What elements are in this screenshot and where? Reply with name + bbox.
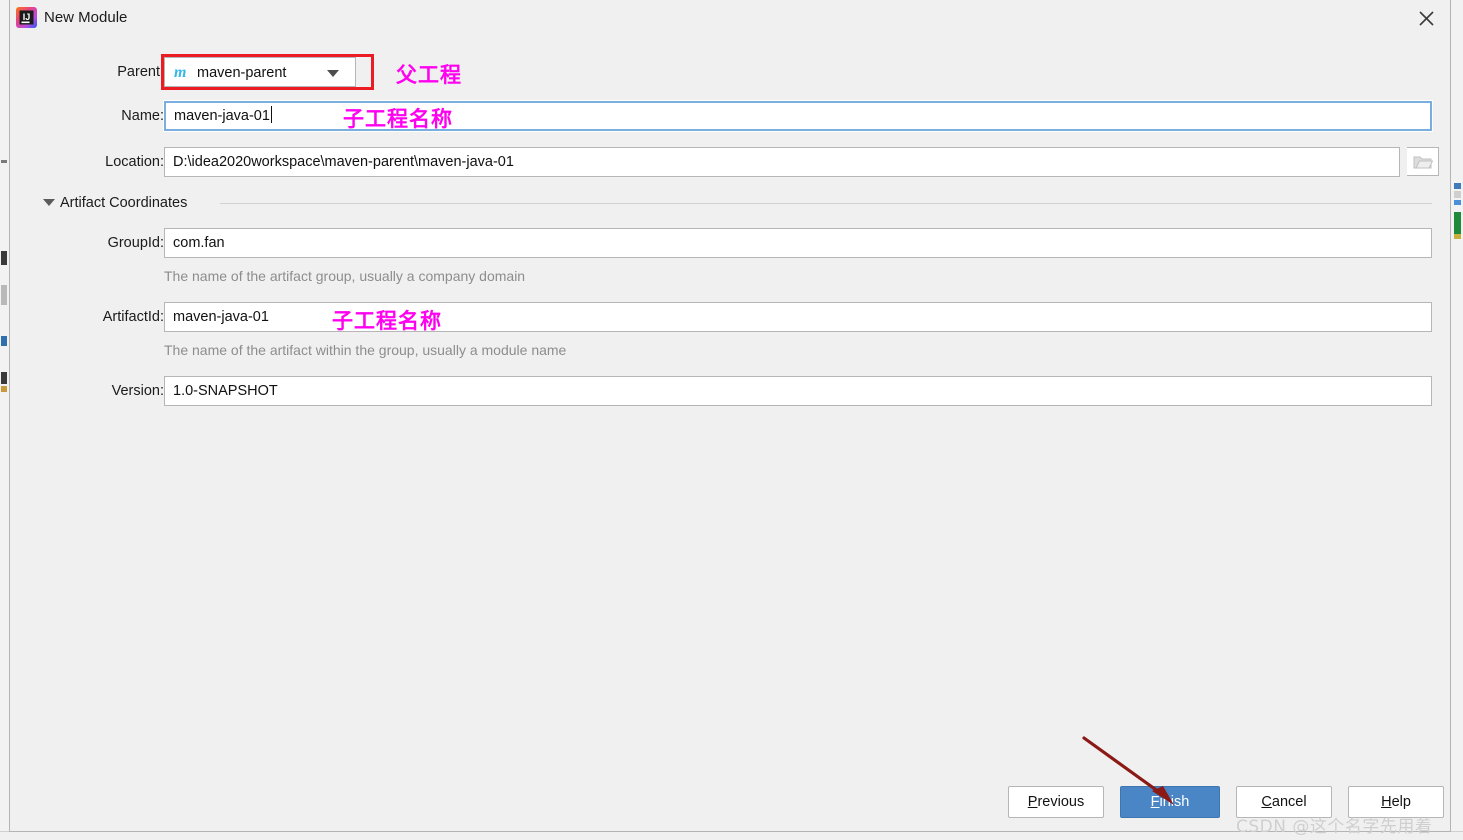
artifact-id-row: ArtifactId: maven-java-01 子工程名称 xyxy=(10,302,1452,333)
background-left-mark xyxy=(1,386,7,392)
background-left-mark xyxy=(1,251,7,265)
help-label-post: elp xyxy=(1391,794,1411,810)
background-left-mark xyxy=(1,285,7,305)
group-id-label: GroupId: xyxy=(107,235,164,251)
background-left-mark xyxy=(1,336,7,346)
cancel-label-post: ancel xyxy=(1271,794,1307,810)
maven-module-icon: m xyxy=(174,64,187,81)
new-module-dialog: IJ New Module Parent: m maven-parent 父工程… xyxy=(9,0,1451,832)
parent-combobox-value: maven-parent xyxy=(197,65,287,81)
background-left-mark xyxy=(1,160,7,163)
artifact-coordinates-title: Artifact Coordinates xyxy=(60,195,188,211)
previous-label-post: revious xyxy=(1037,794,1085,810)
chevron-down-icon[interactable] xyxy=(327,70,339,77)
help-mnemonic: H xyxy=(1381,794,1392,810)
name-label: Name: xyxy=(121,108,164,124)
previous-mnemonic: P xyxy=(1027,794,1038,810)
group-id-hint: The name of the artifact group, usually … xyxy=(164,268,526,284)
artifact-id-hint: The name of the artifact within the grou… xyxy=(164,342,567,358)
location-input[interactable]: D:\idea2020workspace\maven-parent\maven-… xyxy=(164,147,1400,177)
location-label: Location: xyxy=(105,154,164,170)
parent-combobox[interactable]: m maven-parent xyxy=(164,57,356,87)
background-right-mark xyxy=(1454,212,1461,234)
background-left-mark xyxy=(1,372,7,384)
section-divider xyxy=(220,203,1432,204)
group-id-input[interactable]: com.fan xyxy=(164,228,1432,258)
dialog-titlebar: IJ New Module xyxy=(10,0,1450,36)
finish-mnemonic: F xyxy=(1150,794,1160,810)
version-input[interactable]: 1.0-SNAPSHOT xyxy=(164,376,1432,406)
svg-text:IJ: IJ xyxy=(23,12,31,22)
background-right-mark xyxy=(1454,191,1461,198)
previous-button[interactable]: Previous xyxy=(1008,786,1104,818)
name-input-value: maven-java-01 xyxy=(174,108,270,124)
version-row: Version: 1.0-SNAPSHOT xyxy=(10,376,1452,406)
name-row: Name: maven-java-01 子工程名称 xyxy=(10,100,1452,132)
artifact-id-label: ArtifactId: xyxy=(102,309,164,325)
artifact-id-annotation-text: 子工程名称 xyxy=(332,309,442,333)
group-id-row: GroupId: com.fan xyxy=(10,228,1452,258)
finish-button[interactable]: Finish xyxy=(1120,786,1220,818)
dialog-title: New Module xyxy=(44,9,128,26)
folder-open-icon[interactable] xyxy=(1407,147,1439,176)
triangle-down-icon[interactable] xyxy=(43,199,55,206)
parent-row: Parent: m maven-parent 父工程 xyxy=(10,54,1452,90)
version-label: Version: xyxy=(111,383,164,399)
finish-label-post: inish xyxy=(1159,794,1190,810)
csdn-watermark: CSDN @这个名字先用着 xyxy=(1236,817,1433,837)
intellij-idea-logo-icon: IJ xyxy=(16,7,37,28)
text-caret xyxy=(270,106,272,123)
artifact-coordinates-section-header[interactable]: Artifact Coordinates xyxy=(10,190,1452,216)
location-row: Location: D:\idea2020workspace\maven-par… xyxy=(10,147,1452,177)
cancel-mnemonic: C xyxy=(1261,794,1272,810)
name-annotation-text: 子工程名称 xyxy=(343,107,453,131)
background-right-mark xyxy=(1454,183,1461,189)
close-icon[interactable] xyxy=(1412,5,1440,31)
background-right-mark xyxy=(1454,200,1461,205)
parent-annotation-text: 父工程 xyxy=(396,63,462,87)
parent-label: Parent: xyxy=(117,64,164,80)
background-right-mark xyxy=(1454,234,1461,239)
